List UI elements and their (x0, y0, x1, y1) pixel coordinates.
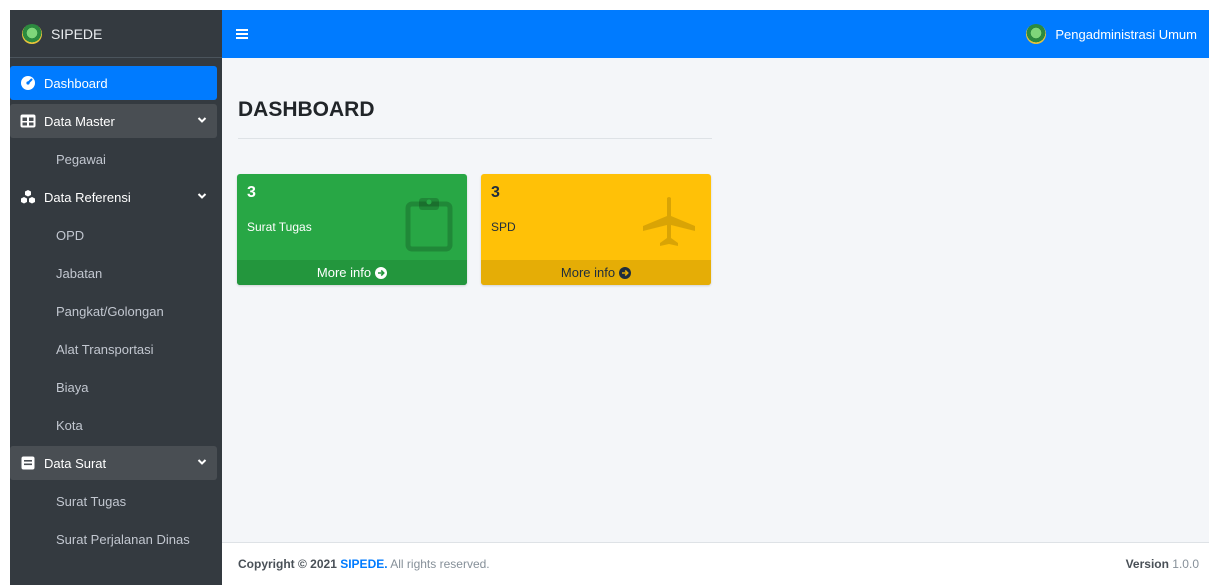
sidebar-item-label: Jabatan (56, 265, 103, 281)
sidebar: SIPEDE Dashboard Data Master Pegawai Dat… (10, 10, 222, 585)
version-label: Version (1125, 557, 1169, 571)
chevron-down-icon (197, 193, 207, 199)
sidebar-item-dashboard[interactable]: Dashboard (10, 66, 217, 100)
sidebar-item-label: Surat Perjalanan Dinas (56, 531, 190, 547)
arrow-circle-right-icon (375, 266, 388, 279)
sidebar-item-opd[interactable]: OPD (10, 218, 217, 252)
small-box-spd: 3 SPD More info (481, 174, 711, 285)
copyright-text: Copyright © 2021 SIPEDE. All rights rese… (238, 557, 490, 571)
tachometer-icon (20, 75, 36, 91)
version-info: Version 1.0.0 (1126, 557, 1199, 571)
envelope-icon (20, 455, 36, 471)
clipboard-icon (405, 198, 453, 252)
top-navbar: Pengadministrasi Umum (222, 10, 1209, 58)
plane-icon (643, 197, 695, 246)
sidebar-item-label: Kota (56, 417, 83, 433)
sidebar-item-label: Data Referensi (44, 189, 131, 205)
sidebar-item-label: Alat Transportasi (56, 341, 154, 357)
sidebar-item-data-surat[interactable]: Data Surat (10, 446, 217, 480)
brand-link[interactable]: SIPEDE (10, 10, 222, 58)
user-name: Pengadministrasi Umum (1055, 26, 1197, 42)
sidebar-item-pangkat-golongan[interactable]: Pangkat/Golongan (10, 294, 217, 328)
sidebar-item-label: Surat Tugas (56, 493, 127, 509)
more-info-link[interactable]: More info (237, 260, 467, 285)
sidebar-item-label: Pangkat/Golongan (56, 303, 164, 319)
brand-title: SIPEDE (51, 25, 103, 42)
version-number: 1.0.0 (1172, 557, 1199, 571)
more-info-link[interactable]: More info (481, 260, 711, 285)
chevron-down-icon (197, 117, 207, 123)
brand-logo-icon (22, 23, 42, 44)
sidebar-item-alat-transportasi[interactable]: Alat Transportasi (10, 332, 217, 366)
chevron-down-icon (197, 459, 207, 465)
sidebar-item-data-master[interactable]: Data Master (10, 104, 217, 138)
sidebar-item-label: Biaya (56, 379, 89, 395)
sidebar-item-label: OPD (56, 227, 85, 243)
sidebar-item-surat-perjalanan-dinas[interactable]: Surat Perjalanan Dinas (10, 522, 217, 556)
sidebar-nav: Dashboard Data Master Pegawai Data Refer… (10, 58, 222, 556)
box-count: 3 (491, 184, 500, 201)
small-box-surat-tugas: 3 Surat Tugas More info (237, 174, 467, 285)
sidebar-item-jabatan[interactable]: Jabatan (10, 256, 217, 290)
box-count: 3 (247, 184, 256, 201)
user-menu[interactable]: Pengadministrasi Umum (1026, 24, 1197, 44)
box-label: Surat Tugas (247, 220, 312, 234)
more-info-label: More info (560, 265, 616, 280)
sidebar-item-label: Data Master (44, 113, 115, 129)
page-title: DASHBOARD (238, 98, 375, 121)
sidebar-item-label: Dashboard (44, 75, 108, 91)
more-info-label: More info (316, 265, 372, 280)
arrow-circle-right-icon (619, 266, 632, 279)
sidebar-item-data-referensi[interactable]: Data Referensi (10, 180, 217, 214)
copyright-label: Copyright © 2021 (238, 557, 337, 571)
hamburger-menu-icon[interactable] (236, 29, 248, 39)
user-avatar (1026, 24, 1047, 44)
title-divider (238, 138, 712, 139)
cubes-icon (20, 189, 36, 205)
brand-footer-link[interactable]: SIPEDE. (340, 557, 387, 571)
rights-text: All rights reserved. (390, 557, 490, 571)
sidebar-item-biaya[interactable]: Biaya (10, 370, 217, 404)
sidebar-item-label: Data Surat (44, 455, 107, 471)
sidebar-item-label: Pegawai (56, 151, 106, 167)
sidebar-item-kota[interactable]: Kota (10, 408, 217, 442)
sidebar-item-pegawai[interactable]: Pegawai (10, 142, 217, 176)
page-footer: Copyright © 2021 SIPEDE. All rights rese… (222, 542, 1209, 585)
table-icon (20, 113, 36, 129)
content-wrapper: DASHBOARD 3 Surat Tugas More info 3 SPD … (222, 58, 1209, 542)
box-label: SPD (491, 220, 516, 234)
sidebar-item-surat-tugas[interactable]: Surat Tugas (10, 484, 217, 518)
